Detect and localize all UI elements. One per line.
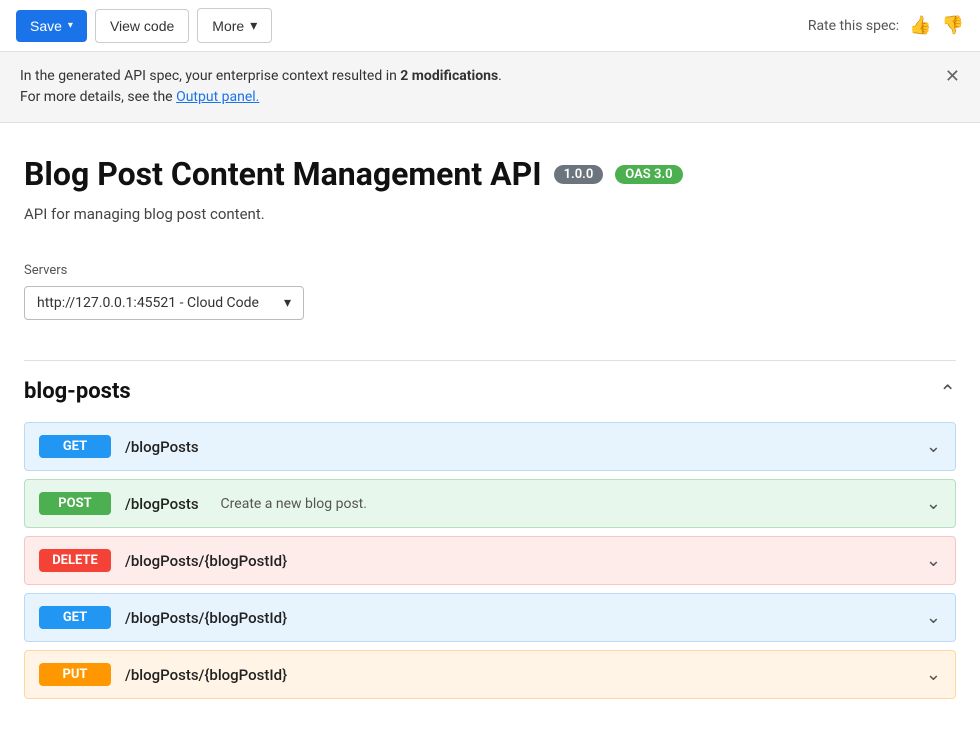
endpoint-row-left: PUT /blogPosts/{blogPostId} (39, 663, 287, 686)
endpoint-summary: Create a new blog post. (221, 496, 367, 512)
servers-label: Servers (24, 263, 956, 278)
method-badge-get: GET (39, 606, 111, 629)
servers-dropdown[interactable]: http://127.0.0.1:45521 - Cloud Code ▾ (24, 286, 304, 320)
banner-prefix: In the generated API spec, your enterpri… (20, 68, 400, 84)
toolbar: Save ▾ View code More ▾ Rate this spec: … (0, 0, 980, 52)
more-chevron-icon: ▾ (250, 17, 257, 34)
endpoint-path: /blogPosts (125, 438, 199, 456)
method-badge-post: POST (39, 492, 111, 515)
view-code-button[interactable]: View code (95, 9, 189, 43)
endpoint-path: /blogPosts (125, 495, 199, 513)
endpoint-row-left: POST /blogPosts Create a new blog post. (39, 492, 367, 515)
banner-suffix: . (498, 68, 502, 84)
method-badge-put: PUT (39, 663, 111, 686)
endpoint-expand-icon: ⌄ (926, 436, 941, 457)
endpoint-expand-icon: ⌄ (926, 493, 941, 514)
endpoint-path: /blogPosts/{blogPostId} (125, 666, 287, 684)
save-label: Save (30, 18, 62, 34)
endpoint-row[interactable]: GET /blogPosts ⌄ (24, 422, 956, 471)
main-content: Blog Post Content Management API 1.0.0 O… (0, 123, 980, 731)
save-chevron-icon: ▾ (68, 20, 73, 31)
oas-badge: OAS 3.0 (615, 165, 682, 184)
thumbs-down-icon[interactable]: 👎 (942, 15, 964, 36)
method-badge-delete: DELETE (39, 549, 111, 572)
endpoint-groups: blog-posts ⌃ GET /blogPosts ⌄ POST /blog… (24, 360, 956, 699)
more-label: More (212, 18, 244, 34)
endpoint-row[interactable]: POST /blogPosts Create a new blog post. … (24, 479, 956, 528)
endpoint-expand-icon: ⌄ (926, 550, 941, 571)
banner-details-prefix: For more details, see the (20, 89, 176, 105)
thumbs-up-icon[interactable]: 👍 (909, 15, 931, 36)
endpoint-row-left: GET /blogPosts/{blogPostId} (39, 606, 287, 629)
group-header-blog-posts[interactable]: blog-posts ⌃ (24, 361, 956, 422)
endpoint-row[interactable]: DELETE /blogPosts/{blogPostId} ⌄ (24, 536, 956, 585)
servers-selected-value: http://127.0.0.1:45521 - Cloud Code (37, 295, 259, 311)
endpoint-expand-icon: ⌄ (926, 664, 941, 685)
endpoint-expand-icon: ⌄ (926, 607, 941, 628)
endpoint-path: /blogPosts/{blogPostId} (125, 552, 287, 570)
endpoint-row[interactable]: GET /blogPosts/{blogPostId} ⌄ (24, 593, 956, 642)
servers-chevron-icon: ▾ (284, 295, 291, 311)
endpoint-path: /blogPosts/{blogPostId} (125, 609, 287, 627)
group-title: blog-posts (24, 379, 131, 404)
more-button[interactable]: More ▾ (197, 8, 272, 43)
group-collapse-icon: ⌃ (939, 380, 956, 404)
output-panel-link[interactable]: Output panel. (176, 89, 259, 105)
banner-modifications: 2 modifications (400, 68, 498, 84)
version-badge: 1.0.0 (554, 165, 604, 184)
banner-close-button[interactable]: ✕ (945, 66, 960, 87)
view-code-label: View code (110, 18, 174, 34)
api-title-row: Blog Post Content Management API 1.0.0 O… (24, 155, 956, 193)
endpoint-row[interactable]: PUT /blogPosts/{blogPostId} ⌄ (24, 650, 956, 699)
api-title: Blog Post Content Management API (24, 155, 542, 193)
notification-banner: In the generated API spec, your enterpri… (0, 52, 980, 123)
servers-section: Servers http://127.0.0.1:45521 - Cloud C… (24, 263, 956, 320)
rate-section: Rate this spec: 👍 👎 (808, 15, 964, 36)
endpoint-row-left: DELETE /blogPosts/{blogPostId} (39, 549, 287, 572)
save-button[interactable]: Save ▾ (16, 10, 87, 42)
endpoint-group-blog-posts: blog-posts ⌃ GET /blogPosts ⌄ POST /blog… (24, 360, 956, 699)
endpoint-row-left: GET /blogPosts (39, 435, 199, 458)
banner-text: In the generated API spec, your enterpri… (20, 66, 502, 108)
rate-label: Rate this spec: (808, 18, 899, 34)
method-badge-get: GET (39, 435, 111, 458)
api-description: API for managing blog post content. (24, 205, 956, 223)
